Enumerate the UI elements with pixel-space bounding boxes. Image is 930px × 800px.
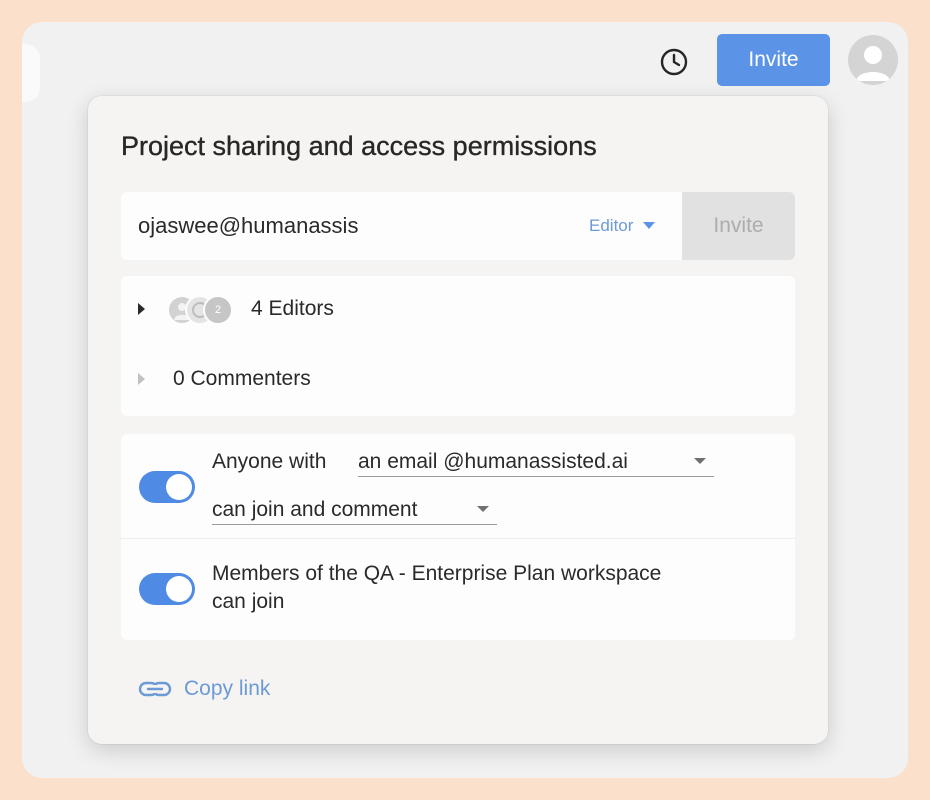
workspace-toggle[interactable] (139, 573, 195, 605)
user-avatar[interactable] (848, 35, 898, 85)
settings-divider (121, 538, 795, 539)
link-icon (138, 681, 172, 697)
share-dialog: Project sharing and access permissions E… (88, 96, 828, 744)
permission-dropdown[interactable]: can join and comment (212, 492, 497, 525)
editors-row[interactable]: 2 4 Editors (121, 289, 795, 329)
clock-icon (660, 48, 688, 76)
email-domain-value: an email @humanassisted.ai (358, 450, 628, 473)
workspace-setting-line2: can join (212, 590, 285, 613)
header-invite-button[interactable]: Invite (717, 34, 830, 86)
editor-count-badge: 2 (203, 295, 233, 325)
editors-label: 4 Editors (251, 297, 334, 320)
dialog-title: Project sharing and access permissions (121, 131, 597, 161)
expand-caret-icon (138, 303, 145, 315)
toggle-knob (166, 576, 192, 602)
history-button[interactable] (652, 42, 696, 82)
email-domain-prefix: Anyone with (212, 450, 327, 473)
invite-row: Editor Invite (121, 192, 795, 260)
dropdown-arrow-icon (477, 506, 489, 512)
role-select-value: Editor (589, 216, 634, 235)
members-list: 2 4 Editors 0 Commenters (121, 276, 795, 416)
side-tab[interactable] (22, 44, 40, 102)
chevron-down-icon (643, 222, 656, 229)
commenters-label: 0 Commenters (173, 367, 311, 390)
commenters-row[interactable]: 0 Commenters (121, 359, 795, 399)
email-domain-dropdown[interactable]: an email @humanassisted.ai (358, 444, 714, 477)
workspace-setting-line1: Members of the QA - Enterprise Plan work… (212, 562, 662, 585)
user-avatar-icon (856, 46, 890, 81)
app-frame: Invite Project sharing and access permis… (22, 22, 908, 778)
access-settings: Anyone with an email @humanassisted.ai c… (121, 434, 795, 640)
copy-link-button[interactable]: Copy link (138, 674, 270, 704)
invite-button[interactable]: Invite (682, 192, 795, 260)
dropdown-arrow-icon (694, 458, 706, 464)
editor-avatars: 2 (167, 295, 247, 325)
copy-link-label: Copy link (184, 677, 271, 700)
toggle-knob (166, 474, 192, 500)
invite-email-input[interactable] (121, 192, 561, 260)
email-domain-toggle[interactable] (139, 471, 195, 503)
permission-value: can join and comment (212, 498, 418, 521)
expand-caret-icon (138, 373, 145, 385)
